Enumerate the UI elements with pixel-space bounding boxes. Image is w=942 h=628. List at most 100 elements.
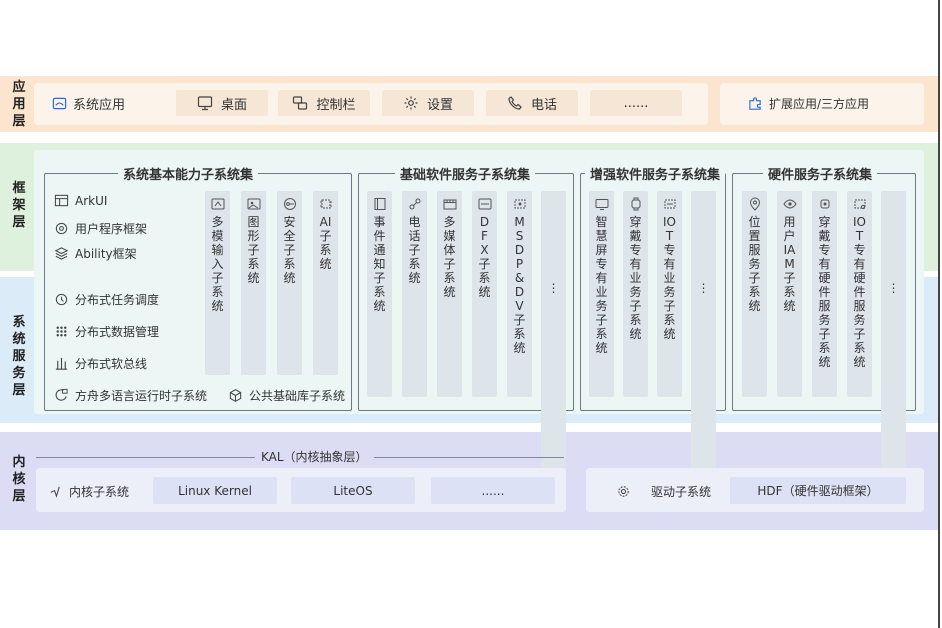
tab-phone-label: 电话 xyxy=(530,97,557,113)
driver-gear-icon xyxy=(616,484,631,499)
msdp-icon xyxy=(513,197,527,211)
ai-chip-icon xyxy=(319,197,333,211)
hdf-framework[interactable]: HDF（硬件驱动框架） xyxy=(730,477,906,504)
column-more-base: ⋮ xyxy=(541,191,566,487)
item-distributed-scheduling-label: 分布式任务调度 xyxy=(75,293,160,307)
column-graphics: 图形子系统 xyxy=(241,191,266,375)
extension-apps-title: 扩展应用/三方应用 xyxy=(748,95,869,112)
wearable-hardware-icon xyxy=(818,197,832,211)
item-common-library: 公共基础库子系统 xyxy=(228,387,345,404)
item-distributed-scheduling: 分布式任务调度 xyxy=(54,291,159,308)
layers-icon xyxy=(54,246,69,261)
column-event-notification-label: 事件通知子系统 xyxy=(373,215,386,313)
input-icon xyxy=(211,197,225,211)
tab-settings[interactable]: 设置 xyxy=(382,90,474,116)
column-location-label: 位置服务子系统 xyxy=(748,215,761,313)
kal-label: KAL（内核抽象层） xyxy=(255,448,374,465)
page-right-border xyxy=(938,0,940,628)
column-more-enhanced: ⋮ xyxy=(691,191,716,487)
base-software-group-title: 基础软件服务子系统集 xyxy=(395,164,536,183)
application-layer-label: 应用层 xyxy=(12,80,26,129)
tab-more[interactable]: ...... xyxy=(590,90,682,116)
telephony-icon xyxy=(408,197,422,211)
eye-icon xyxy=(782,197,797,211)
kernel-subsystem-title: 内核子系统 xyxy=(48,483,129,500)
more-ellipsis: ⋮ xyxy=(697,281,710,295)
item-soft-bus-label: 分布式软总线 xyxy=(75,357,148,371)
column-ai-label: AI子系统 xyxy=(319,215,332,271)
iot-hardware-icon xyxy=(853,197,867,211)
item-distributed-data: 分布式数据管理 xyxy=(54,323,159,340)
phone-icon xyxy=(507,95,523,111)
kernel-icon xyxy=(48,484,63,499)
layer-divider xyxy=(0,427,938,429)
column-location: 位置服务子系统 xyxy=(742,191,767,397)
item-ability-framework: Ability框架 xyxy=(54,245,137,262)
kernel-subsystem-label: 内核子系统 xyxy=(69,485,130,499)
extension-apps-label: 扩展应用/三方应用 xyxy=(769,97,870,111)
puzzle-icon xyxy=(748,96,763,111)
ui-layout-icon xyxy=(54,193,69,208)
column-security-label: 安全子系统 xyxy=(283,215,296,285)
tab-desktop-label: 桌面 xyxy=(220,97,247,113)
tab-settings-label: 设置 xyxy=(426,97,453,113)
column-wearable: 穿戴专有业务子系统 xyxy=(623,191,648,397)
kernel-more[interactable]: ...... xyxy=(431,477,555,504)
bus-icon xyxy=(54,356,69,371)
basic-group-title: 系统基本能力子系统集 xyxy=(118,164,259,183)
column-dfx: DFX子系统 xyxy=(472,191,497,397)
data-dots-icon xyxy=(54,324,69,339)
system-services-layer-label: 系统服务层 xyxy=(12,315,26,398)
watch-icon xyxy=(629,197,643,211)
column-user-iam-label: 用户IAM子系统 xyxy=(783,215,796,313)
column-msdp-dv-label: MSDP&DV子系统 xyxy=(513,215,526,355)
hardware-group-title: 硬件服务子系统集 xyxy=(763,164,878,183)
column-graphics-label: 图形子系统 xyxy=(247,215,260,285)
column-wearable-label: 穿戴专有业务子系统 xyxy=(629,215,642,341)
runtime-icon xyxy=(54,388,69,403)
column-wearable-hardware-label: 穿戴专有硬件服务子系统 xyxy=(818,215,831,369)
task-scheduler-icon xyxy=(54,292,69,307)
column-smart-screen-label: 智慧屏专有业务子系统 xyxy=(595,215,608,355)
notification-icon xyxy=(373,197,387,211)
column-multimodal-input-label: 多模输入子系统 xyxy=(211,215,224,313)
column-more-hardware: ⋮ xyxy=(881,191,906,487)
column-smart-screen: 智慧屏专有业务子系统 xyxy=(589,191,614,397)
tab-control-bar[interactable]: 控制栏 xyxy=(278,90,370,116)
system-apps-label: 系统应用 xyxy=(73,98,126,113)
kernel-liteos[interactable]: LiteOS xyxy=(291,477,415,504)
iot-icon xyxy=(663,197,677,211)
column-iot-business: IOT专有业务子系统 xyxy=(657,191,682,397)
system-apps-title: 系统应用 xyxy=(52,94,125,113)
dfx-icon xyxy=(478,197,492,211)
tab-more-label: ...... xyxy=(623,95,649,111)
column-wearable-hardware: 穿戴专有硬件服务子系统 xyxy=(812,191,837,397)
item-arkui: ArkUI xyxy=(54,193,107,208)
item-distributed-data-label: 分布式数据管理 xyxy=(75,325,160,339)
item-user-program-framework: 用户程序框架 xyxy=(54,220,147,237)
framework-gear-icon xyxy=(54,221,69,236)
item-common-library-label: 公共基础库子系统 xyxy=(249,389,346,403)
item-arkui-label: ArkUI xyxy=(75,193,108,208)
kernel-layer-label: 内核层 xyxy=(12,455,26,504)
app-window-icon xyxy=(52,96,67,111)
column-dfx-label: DFX子系统 xyxy=(478,215,491,299)
item-user-program-framework-label: 用户程序框架 xyxy=(75,222,148,236)
column-iot-hardware: IOT专有硬件服务子系统 xyxy=(847,191,872,397)
kernel-linux[interactable]: Linux Kernel xyxy=(153,477,277,504)
layer-divider xyxy=(0,138,938,140)
column-telephony-label: 电话子系统 xyxy=(408,215,421,285)
item-ark-runtime: 方舟多语言运行时子系统 xyxy=(54,387,207,404)
cube-icon xyxy=(228,388,243,403)
column-multimodal-input: 多模输入子系统 xyxy=(205,191,230,375)
key-icon xyxy=(283,197,297,211)
column-telephony: 电话子系统 xyxy=(402,191,427,397)
tab-desktop[interactable]: 桌面 xyxy=(176,90,268,116)
column-user-iam: 用户IAM子系统 xyxy=(777,191,802,397)
item-soft-bus: 分布式软总线 xyxy=(54,355,147,372)
column-ai: AI子系统 xyxy=(313,191,338,375)
location-pin-icon xyxy=(748,197,762,211)
column-security: 安全子系统 xyxy=(277,191,302,375)
tab-phone[interactable]: 电话 xyxy=(486,90,578,116)
monitor-icon xyxy=(197,95,213,111)
